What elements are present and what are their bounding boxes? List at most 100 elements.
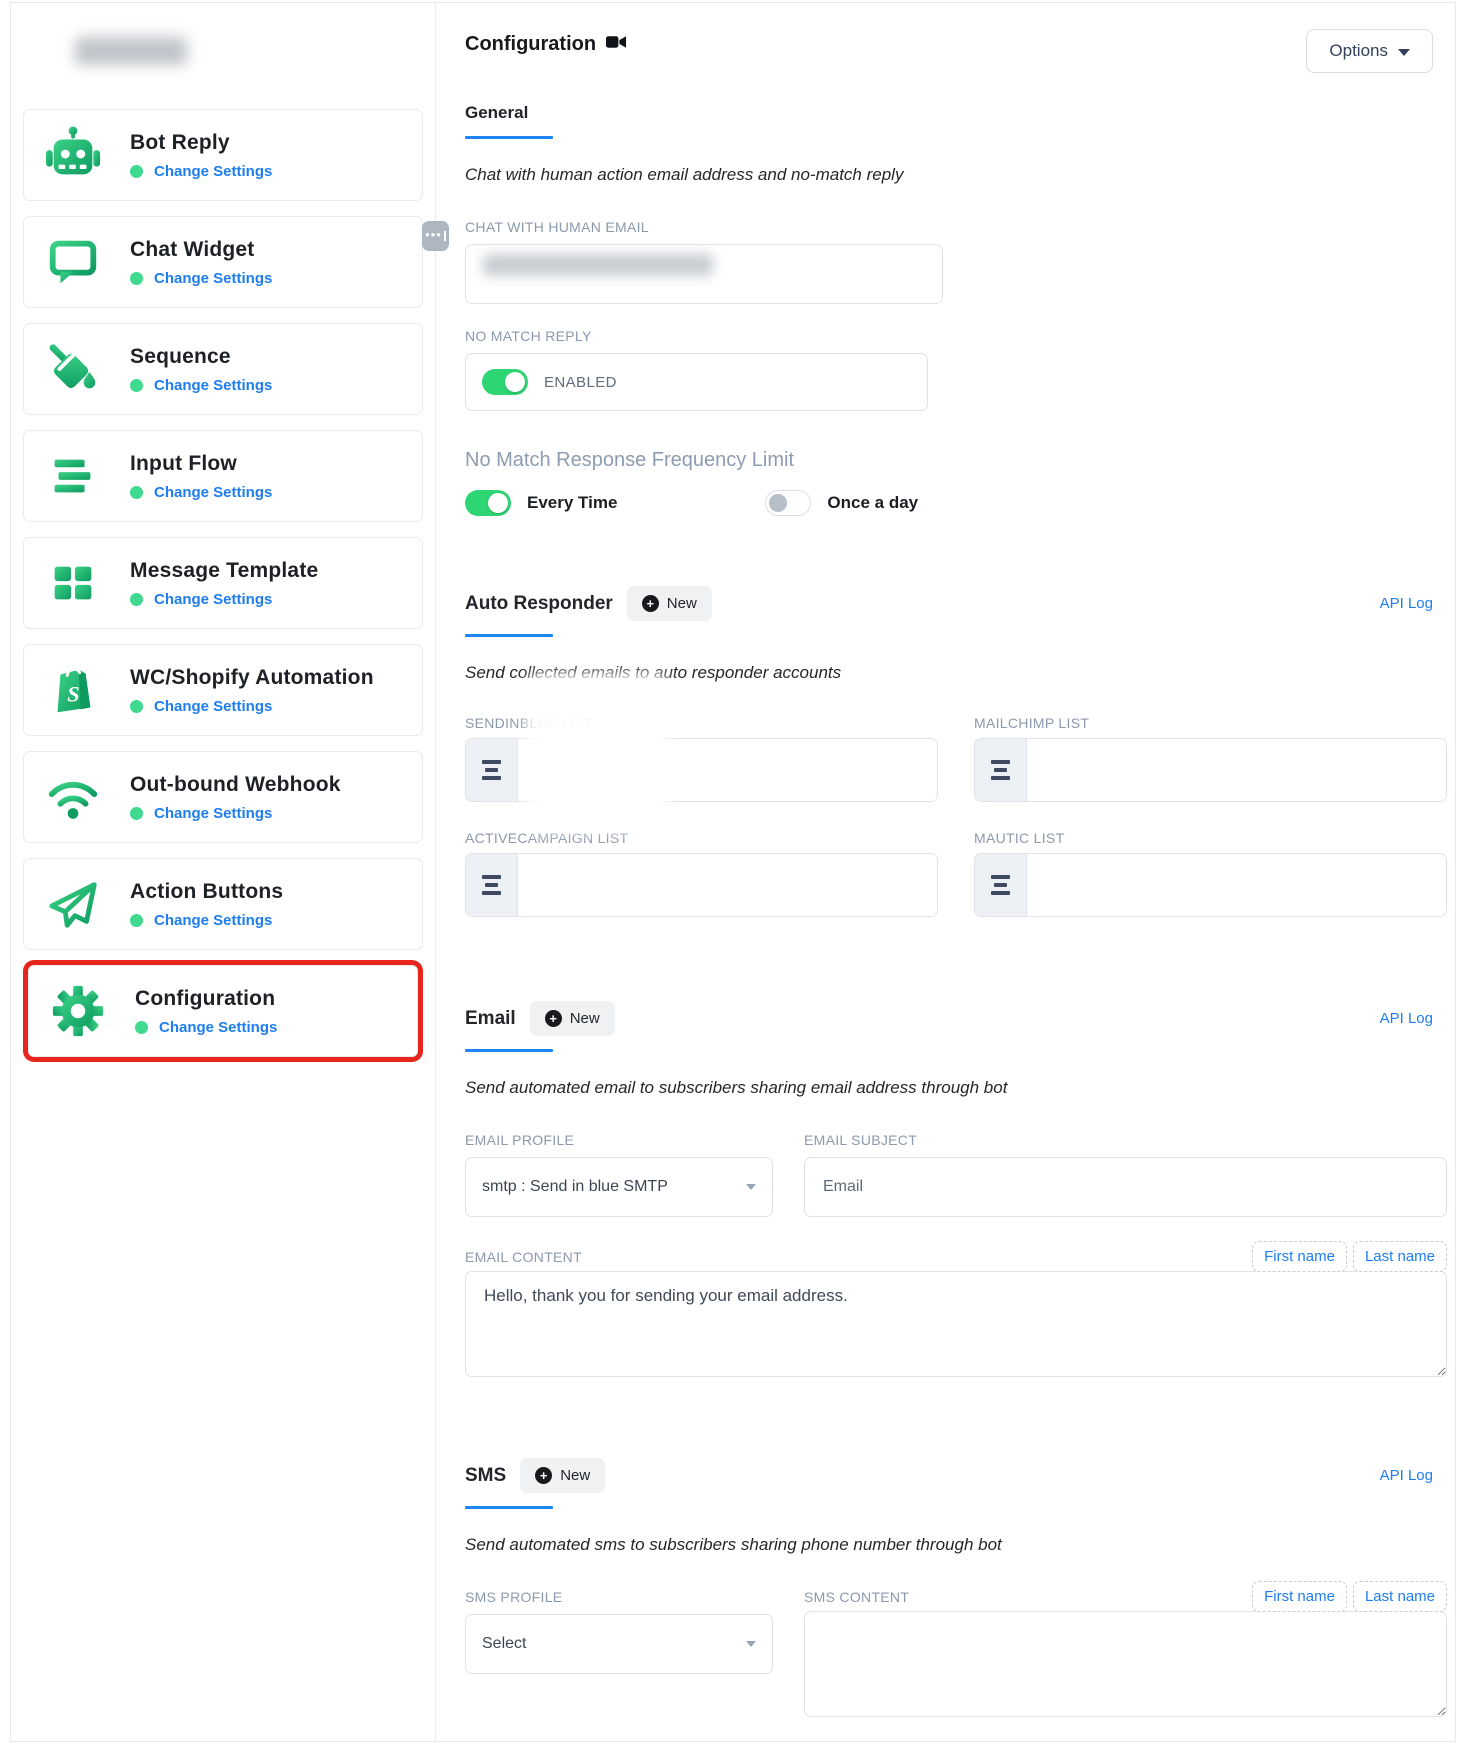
general-subtitle: Chat with human action email address and… <box>465 165 1447 185</box>
sidebar-item-configuration[interactable]: Configuration Change Settings <box>28 965 418 1057</box>
chat-with-human-email-label: CHAT WITH HUMAN EMAIL <box>465 219 1447 235</box>
section-underline <box>465 1049 553 1052</box>
email-subject-input[interactable] <box>804 1157 1447 1217</box>
email-subject-label: EMAIL SUBJECT <box>804 1132 1447 1148</box>
grid-icon <box>44 554 102 612</box>
select-caret-icon <box>746 1641 756 1647</box>
status-dot <box>135 1021 148 1034</box>
app-window: Bot Reply Change Settings Chat Widget Ch… <box>10 2 1456 1742</box>
status-dot <box>130 593 143 606</box>
list-icon <box>975 854 1027 916</box>
redacted-email-value <box>483 254 713 276</box>
general-tab: General <box>465 103 528 123</box>
email-subtitle: Send automated email to subscribers shar… <box>465 1078 1447 1098</box>
merge-tag-last-name[interactable]: Last name <box>1353 1581 1447 1612</box>
status-dot <box>130 272 143 285</box>
change-settings-link[interactable]: Change Settings <box>154 484 272 501</box>
no-match-reply-box: ENABLED <box>465 353 928 411</box>
every-time-toggle[interactable] <box>465 490 511 516</box>
status-dot <box>130 700 143 713</box>
merge-tag-first-name[interactable]: First name <box>1252 1581 1347 1612</box>
bars-icon <box>44 447 102 505</box>
every-time-label: Every Time <box>527 493 617 513</box>
status-dot <box>130 379 143 392</box>
sidebar-item-bot-reply[interactable]: Bot Reply Change Settings <box>23 109 423 201</box>
plus-icon: + <box>642 595 659 612</box>
sidebar-item-sequence[interactable]: Sequence Change Settings <box>23 323 423 415</box>
sms-api-log-link[interactable]: API Log <box>1380 1467 1433 1484</box>
change-settings-link[interactable]: Change Settings <box>154 698 272 715</box>
email-content-textarea[interactable]: Hello, thank you for sending your email … <box>465 1271 1447 1377</box>
activecampaign-list-label: ACTIVECAMPAIGN LIST <box>465 830 938 846</box>
mailchimp-list-label: MAILCHIMP LIST <box>974 715 1447 731</box>
chat-bubble-icon <box>44 233 102 291</box>
merge-tag-last-name[interactable]: Last name <box>1353 1241 1447 1272</box>
bot-drag-handle-icon[interactable]: ••• <box>422 221 449 251</box>
gear-icon <box>49 982 107 1040</box>
email-profile-select[interactable]: smtp : Send in blue SMTP <box>465 1157 773 1217</box>
page-title: Configuration <box>465 33 596 56</box>
sidebar-item-message-template[interactable]: Message Template Change Settings <box>23 537 423 629</box>
chevron-down-icon <box>1398 49 1410 56</box>
status-dot <box>130 914 143 927</box>
mailchimp-list-input[interactable] <box>1027 739 1446 801</box>
sms-profile-select[interactable]: Select <box>465 1614 773 1674</box>
no-match-reply-toggle[interactable] <box>482 369 528 395</box>
section-underline <box>465 634 553 637</box>
change-settings-link[interactable]: Change Settings <box>154 591 272 608</box>
email-content-label: EMAIL CONTENT <box>465 1249 582 1265</box>
merge-tag-first-name[interactable]: First name <box>1252 1241 1347 1272</box>
no-match-reply-state: ENABLED <box>544 374 617 391</box>
list-icon <box>466 739 518 801</box>
auto-responder-new-button[interactable]: +New <box>627 586 712 621</box>
wifi-icon <box>44 768 102 826</box>
sidebar-item-action-buttons[interactable]: Action Buttons Change Settings <box>23 858 423 950</box>
sidebar-item-chat-widget[interactable]: Chat Widget Change Settings <box>23 216 423 308</box>
select-caret-icon <box>746 1184 756 1190</box>
email-api-log-link[interactable]: API Log <box>1380 1010 1433 1027</box>
video-camera-icon[interactable] <box>606 34 627 55</box>
options-button[interactable]: Options <box>1306 29 1433 73</box>
sidebar-item-label: Input Flow <box>130 452 272 476</box>
change-settings-link[interactable]: Change Settings <box>154 270 272 287</box>
sidebar-item-label: Out-bound Webhook <box>130 773 341 797</box>
sidebar-item-label: WC/Shopify Automation <box>130 666 374 690</box>
section-sms: SMS +New API Log Send automated sms to s… <box>465 1458 1447 1722</box>
sidebar-item-label: Action Buttons <box>130 880 283 904</box>
list-icon <box>466 854 518 916</box>
mautic-list-label: MAUTIC LIST <box>974 830 1447 846</box>
sidebar-item-wc-shopify[interactable]: S WC/Shopify Automation Change Settings <box>23 644 423 736</box>
sidebar-item-label: Bot Reply <box>130 131 272 155</box>
change-settings-link[interactable]: Change Settings <box>159 1019 277 1036</box>
sms-content-label: SMS CONTENT <box>804 1589 909 1605</box>
plus-icon: + <box>545 1010 562 1027</box>
robot-icon <box>44 126 102 184</box>
once-a-day-toggle[interactable] <box>765 490 811 516</box>
mautic-list-input[interactable] <box>1027 854 1446 916</box>
section-email: Email +New API Log Send automated email … <box>465 1001 1447 1382</box>
sms-new-button[interactable]: +New <box>520 1458 605 1493</box>
change-settings-link[interactable]: Change Settings <box>154 912 272 929</box>
status-dot <box>130 165 143 178</box>
change-settings-link[interactable]: Change Settings <box>154 805 272 822</box>
change-settings-link[interactable]: Change Settings <box>154 377 272 394</box>
tab-underline <box>465 136 553 139</box>
email-new-button[interactable]: +New <box>530 1001 615 1036</box>
auto-responder-api-log-link[interactable]: API Log <box>1380 595 1433 612</box>
activecampaign-list-input[interactable] <box>518 854 937 916</box>
once-a-day-label: Once a day <box>827 493 918 513</box>
sidebar-item-input-flow[interactable]: Input Flow Change Settings <box>23 430 423 522</box>
change-settings-link[interactable]: Change Settings <box>154 163 272 180</box>
paper-plane-icon <box>44 875 102 933</box>
plugin-logo <box>75 37 187 65</box>
sms-profile-label: SMS PROFILE <box>465 1589 773 1605</box>
sidebar-item-outbound-webhook[interactable]: Out-bound Webhook Change Settings <box>23 751 423 843</box>
auto-responder-title: Auto Responder <box>465 593 613 615</box>
sms-subtitle: Send automated sms to subscribers sharin… <box>465 1535 1447 1555</box>
list-icon <box>975 739 1027 801</box>
section-underline <box>465 1506 553 1509</box>
sms-content-textarea[interactable] <box>804 1611 1447 1717</box>
section-auto-responder: Auto Responder +New API Log Send collect… <box>465 586 1447 917</box>
sms-title: SMS <box>465 1465 506 1487</box>
section-general: General Chat with human action email add… <box>465 73 1447 516</box>
